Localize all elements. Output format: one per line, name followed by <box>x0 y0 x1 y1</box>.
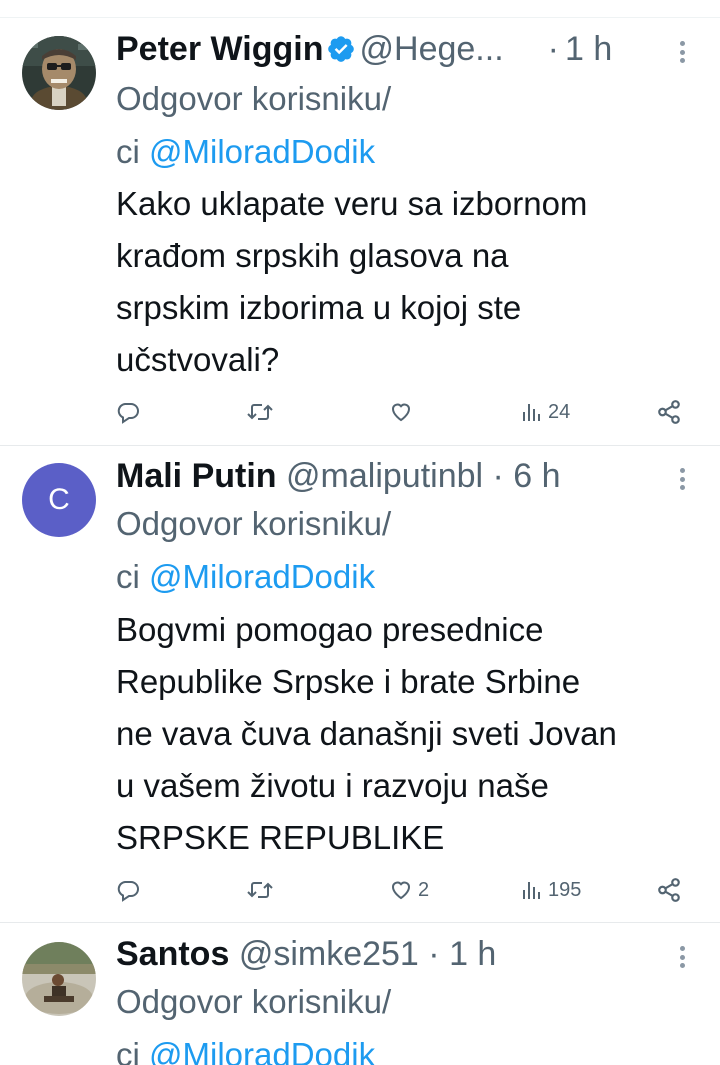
heart-icon <box>391 403 411 422</box>
views-icon <box>523 882 540 899</box>
timestamp[interactable]: 1 h <box>449 935 496 973</box>
tweet-header: Mali Putin @maliputinbl · 6 h <box>116 453 660 499</box>
top-divider <box>0 17 720 18</box>
author-handle[interactable]: @maliputinbl <box>286 457 483 495</box>
tweet-text: Bogvmi pomogao presednice Republike Srps… <box>116 604 700 864</box>
tweet-text: Kako uklapate veru sa izbornom krađom sr… <box>116 178 700 386</box>
author-handle[interactable]: @Hege... <box>360 30 504 68</box>
views-button[interactable]: 195 <box>520 870 581 910</box>
heart-icon <box>391 881 411 900</box>
tweet-header: Santos @simke251 · 1 h <box>116 931 660 977</box>
tweet-actions: 24 <box>116 392 696 432</box>
verified-badge-icon <box>326 30 356 72</box>
reply-context: Odgovor korisniku/ ci @MiloradDodik <box>116 975 680 1065</box>
author-name[interactable]: Peter Wiggin <box>116 30 324 68</box>
reply-label-suffix: ci <box>116 1036 149 1065</box>
reply-context: Odgovor korisniku/ ci @MiloradDodik <box>116 497 680 603</box>
reply-context: Odgovor korisniku/ ci @MiloradDodik <box>116 72 680 178</box>
tweet-text-line: SRPSKE REPUBLIKE <box>116 819 445 856</box>
like-button[interactable] <box>388 392 418 432</box>
reply-label: Odgovor korisniku/ <box>116 80 392 117</box>
tweet-text-line: u vašem životu i razvoju naše <box>116 767 549 804</box>
reply-icon <box>117 403 139 424</box>
reply-mention-link[interactable]: @MiloradDodik <box>149 558 375 595</box>
author-name[interactable]: Mali Putin <box>116 457 277 495</box>
reply-mention-link[interactable]: @MiloradDodik <box>149 133 375 170</box>
reply-label: Odgovor korisniku/ <box>116 983 392 1020</box>
avatar-letter: C <box>48 483 70 516</box>
more-icon[interactable] <box>672 465 692 493</box>
reply-label: Odgovor korisniku/ <box>116 505 392 542</box>
reply-icon <box>117 881 139 902</box>
reply-label-suffix: ci <box>116 558 149 595</box>
retweet-icon <box>247 404 273 420</box>
avatar-image <box>22 942 96 1016</box>
views-count: 24 <box>548 400 571 423</box>
tweet-text-line: srpskim izborima u kojoj ste <box>116 289 522 326</box>
tweet-text-line: učstvovali? <box>116 341 280 378</box>
tweet-header: Peter Wiggin @Hege... · 1 h <box>116 26 660 72</box>
retweet-button[interactable] <box>246 870 278 910</box>
tweet-text-line: krađom srpskih glasova na <box>116 237 509 274</box>
share-button[interactable] <box>656 870 682 910</box>
views-button[interactable]: 24 <box>520 392 570 432</box>
share-icon <box>658 878 680 902</box>
more-icon[interactable] <box>672 38 692 66</box>
share-button[interactable] <box>656 392 682 432</box>
retweet-icon <box>247 882 273 898</box>
more-icon[interactable] <box>672 943 692 971</box>
timestamp[interactable]: 6 h <box>513 457 560 495</box>
like-count: 2 <box>418 878 430 901</box>
separator-dot: · <box>492 457 504 495</box>
tweet-actions: 2 195 <box>116 870 696 910</box>
reply-button[interactable] <box>116 392 144 432</box>
reply-mention-link[interactable]: @MiloradDodik <box>149 1036 375 1065</box>
like-button[interactable]: 2 <box>388 870 429 910</box>
tweet-text-line: Republike Srpske i brate Srbine <box>116 663 581 700</box>
views-count: 195 <box>548 878 582 901</box>
share-icon <box>658 400 680 424</box>
tweet-text-line: Kako uklapate veru sa izbornom <box>116 185 588 222</box>
views-icon <box>523 404 540 421</box>
tweet-text-line: Bogvmi pomogao presednice <box>116 611 544 648</box>
separator-dot: · <box>428 935 440 973</box>
avatar-santos[interactable] <box>22 942 96 1016</box>
reply-button[interactable] <box>116 870 144 910</box>
timestamp[interactable]: 1 h <box>565 30 612 68</box>
avatar-image <box>22 36 96 110</box>
separator-dot: · <box>547 30 559 68</box>
tweet-divider <box>0 445 720 446</box>
author-handle[interactable]: @simke251 <box>239 935 419 973</box>
retweet-button[interactable] <box>246 392 278 432</box>
tweet-divider <box>0 922 720 923</box>
reply-label-suffix: ci <box>116 133 149 170</box>
avatar-mali-putin[interactable]: C <box>22 463 96 537</box>
tweet-text-line: ne vava čuva današnji sveti Jovan <box>116 715 617 752</box>
avatar-peter-wiggin[interactable] <box>22 36 96 110</box>
author-name[interactable]: Santos <box>116 935 229 973</box>
